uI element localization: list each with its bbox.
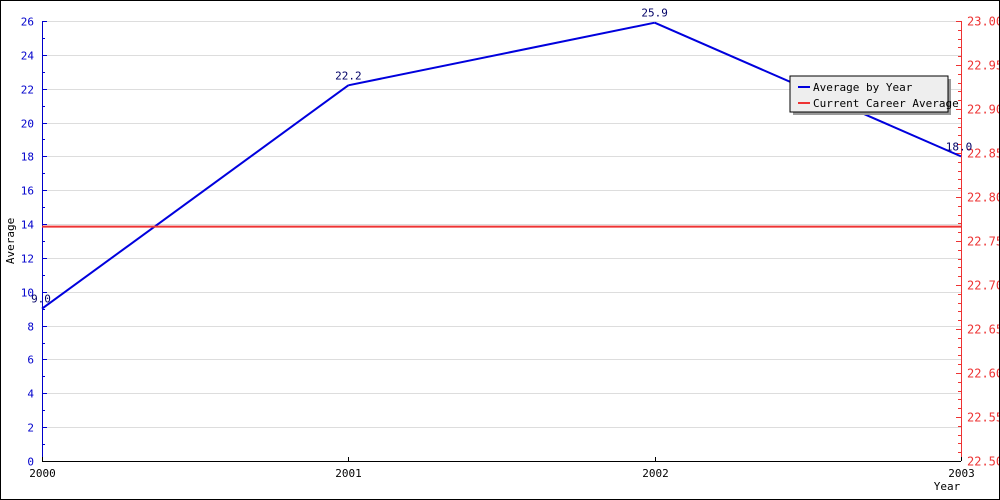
series-segment-average-by-year bbox=[41, 84, 349, 310]
x-tick-label: 2000 bbox=[29, 467, 56, 480]
x-axis: 2000 2001 2002 2003 bbox=[29, 457, 975, 480]
left-tick-label: 8 bbox=[27, 321, 34, 334]
series-layer bbox=[41, 21, 962, 310]
left-tick-label: 4 bbox=[27, 388, 34, 401]
right-y-axis: 22.5022.5522.6022.6522.7022.7522.8022.85… bbox=[956, 15, 999, 469]
data-label: 22.2 bbox=[335, 69, 362, 82]
right-tick-label: 22.95 bbox=[967, 59, 999, 73]
data-label: 25.9 bbox=[641, 7, 668, 20]
legend-label-average-by-year: Average by Year bbox=[813, 81, 913, 94]
right-tick-label: 22.55 bbox=[967, 411, 999, 425]
right-tick-label: 22.60 bbox=[967, 367, 999, 381]
data-label: 9.0 bbox=[31, 293, 51, 306]
right-tick-label: 22.75 bbox=[967, 235, 999, 249]
left-tick-label: 22 bbox=[21, 84, 34, 97]
legend: Average by Year Current Career Average bbox=[789, 75, 959, 115]
left-tick-label: 14 bbox=[21, 219, 35, 232]
left-tick-label: 2 bbox=[27, 422, 34, 435]
x-tick-label: 2003 bbox=[948, 467, 975, 480]
left-tick-label: 20 bbox=[21, 118, 34, 131]
left-tick-label: 18 bbox=[21, 151, 34, 164]
right-tick-label: 22.65 bbox=[967, 323, 999, 337]
x-axis-title: Year bbox=[934, 480, 961, 493]
data-label: 18.0 bbox=[946, 140, 973, 153]
right-tick-label: 23.00 bbox=[967, 15, 999, 29]
right-tick-label: 22.90 bbox=[967, 103, 999, 117]
left-y-axis: 02468101214161820222426 bbox=[21, 16, 47, 469]
left-tick-label: 6 bbox=[27, 354, 34, 367]
legend-label-career-average: Current Career Average bbox=[813, 97, 959, 110]
x-tick-label: 2002 bbox=[642, 467, 669, 480]
left-tick-label: 16 bbox=[21, 185, 34, 198]
line-chart: 02468101214161820222426 22.5022.5522.602… bbox=[4, 7, 999, 493]
right-tick-label: 22.80 bbox=[967, 191, 999, 205]
left-tick-label: 12 bbox=[21, 253, 34, 266]
y-axis-title: Average bbox=[4, 218, 17, 264]
x-tick-label: 2001 bbox=[335, 467, 362, 480]
right-tick-label: 22.70 bbox=[967, 279, 999, 293]
chart-frame: 02468101214161820222426 22.5022.5522.602… bbox=[0, 0, 1000, 500]
left-tick-label: 24 bbox=[21, 50, 35, 63]
series-segment-average-by-year bbox=[348, 21, 655, 87]
left-tick-label: 26 bbox=[21, 16, 34, 29]
